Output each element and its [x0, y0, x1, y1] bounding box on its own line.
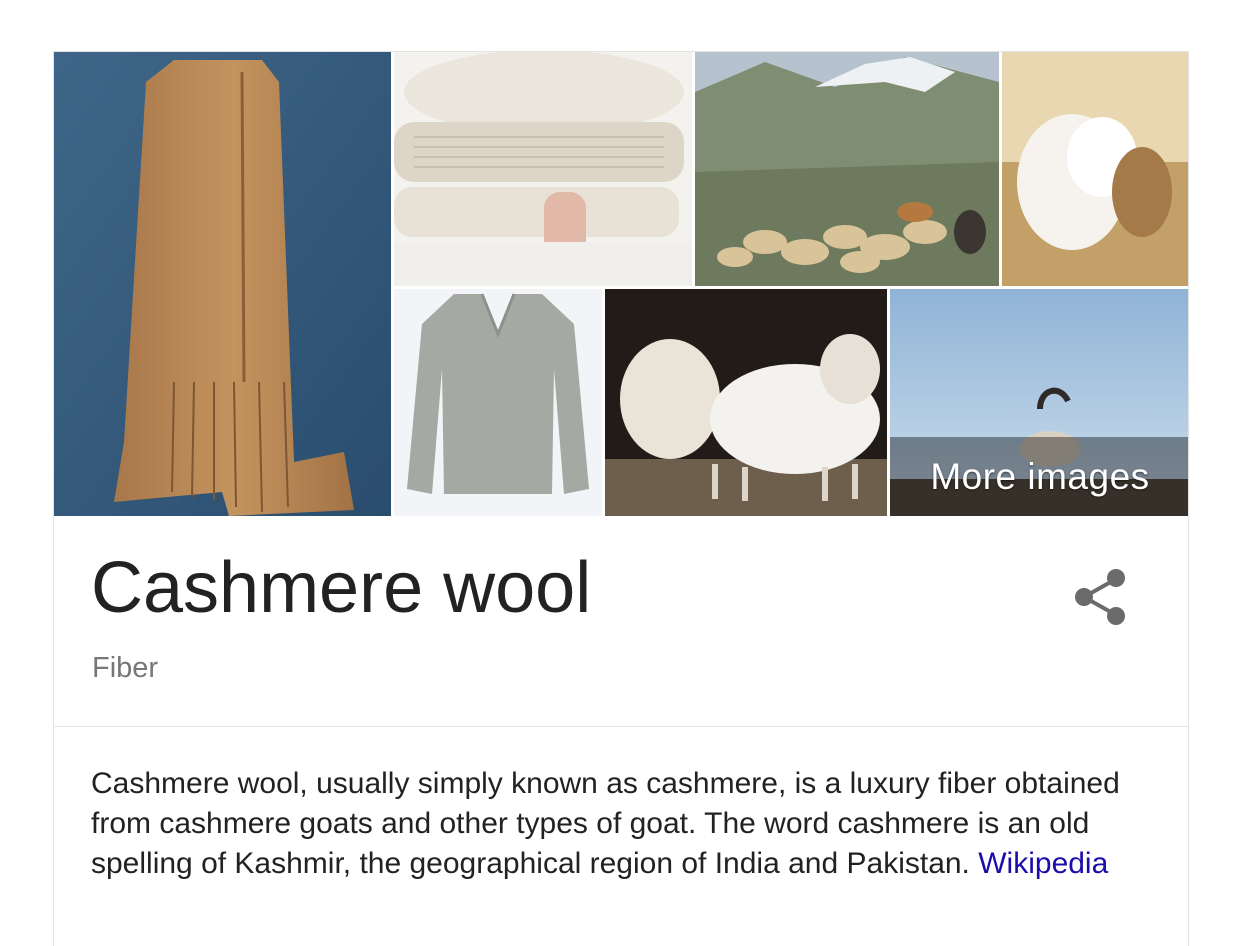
entity-subtitle: Fiber — [92, 652, 159, 684]
share-button[interactable] — [1072, 566, 1130, 628]
image-goat-herd[interactable] — [695, 52, 999, 286]
image-ibex-more-images[interactable]: More images — [890, 289, 1188, 516]
wikipedia-link[interactable]: Wikipedia — [978, 847, 1108, 880]
image-folded-knits[interactable] — [394, 52, 692, 286]
more-images-label[interactable]: More images — [930, 456, 1149, 498]
knowledge-panel: More images Cashmere wool Fiber Cashmere… — [53, 51, 1189, 946]
image-scarf[interactable] — [54, 52, 391, 516]
entity-title: Cashmere wool — [91, 548, 592, 628]
description-text: Cashmere wool, usually simply known as c… — [91, 767, 1120, 880]
entity-description: Cashmere wool, usually simply known as c… — [91, 764, 1131, 884]
image-white-goats[interactable] — [605, 289, 887, 516]
share-icon — [1075, 569, 1125, 625]
image-sweater[interactable] — [394, 289, 602, 516]
section-divider — [54, 726, 1188, 727]
more-images-overlay[interactable]: More images — [890, 437, 1188, 516]
image-raw-fiber[interactable] — [1002, 52, 1188, 286]
